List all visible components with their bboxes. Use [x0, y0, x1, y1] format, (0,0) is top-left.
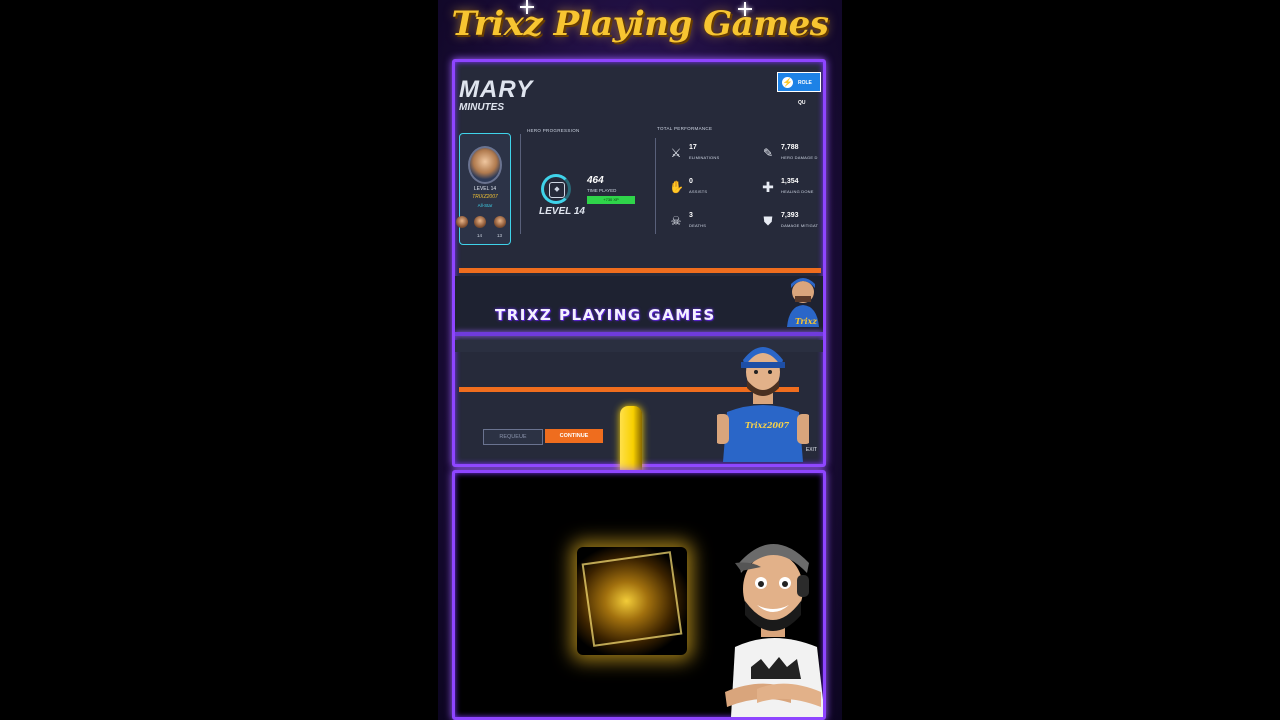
stream-layout: Trixz Playing Games MARY MINUTES ⚡ ROLE … — [438, 0, 842, 720]
player-tier: All-Star — [477, 203, 493, 208]
streamer-cartoon-avatar — [725, 544, 823, 717]
stat-label: HERO DAMAGE D — [781, 155, 818, 160]
role-queue-button[interactable]: ⚡ ROLE QU — [777, 72, 821, 106]
time-played-label: TIME PLAYED — [587, 188, 617, 193]
camera-frame — [452, 470, 826, 720]
match-duration: MINUTES — [459, 102, 504, 113]
progression-ring: ◆ — [541, 174, 571, 204]
total-performance-label: TOTAL PERFORMANCE — [657, 126, 713, 131]
player-name: TRIXZ2007 — [472, 194, 498, 200]
badge-text: Trixz — [795, 316, 817, 326]
role-queue-label: ROLE QU — [798, 80, 812, 106]
teammate-avatar — [456, 216, 468, 228]
stat-value: 17 — [689, 144, 697, 151]
teammate-level: 13 — [497, 233, 503, 238]
stat-label: HEALING DONE — [781, 189, 814, 194]
sparkle-icon — [738, 2, 752, 16]
streamer-avatar: Trixz2007 — [717, 347, 809, 462]
crossed-swords-icon: ⚔ — [670, 146, 682, 160]
hero-card: LEVEL 14 TRIXZ2007 All-Star 14 13 — [456, 133, 511, 245]
stat-value: 1,354 — [781, 178, 799, 185]
xp-progress-text: +730 XP — [603, 197, 619, 202]
golden-fire-effect — [577, 547, 687, 655]
hero-level: LEVEL 14 — [473, 186, 497, 192]
teammate-avatar — [474, 216, 486, 228]
hand-icon: ✋ — [669, 180, 684, 194]
progression-level: LEVEL 14 — [539, 206, 585, 217]
stat-value: 7,788 — [781, 144, 799, 151]
stat-label: DEATHS — [689, 223, 707, 228]
stat-value: 0 — [689, 178, 693, 185]
hero-portrait — [468, 146, 502, 184]
teammate-avatar — [494, 216, 506, 228]
sparkle-icon — [520, 0, 534, 14]
section-divider — [655, 138, 656, 234]
teammate-level: 14 — [477, 233, 483, 238]
streamer-badge-avatar: Trixz — [787, 278, 819, 327]
skull-icon: ☠ — [670, 214, 682, 228]
stat-label: ELIMINATIONS — [689, 155, 720, 160]
health-cross-icon: ✚ — [762, 179, 774, 195]
stream-overlay-title: TRIXZ PLAYING GAMES — [495, 306, 716, 324]
claw-icon: ✎ — [762, 146, 774, 160]
stat-value: 3 — [689, 212, 693, 219]
lightning-icon: ⚡ — [782, 77, 793, 88]
xp-progress-bar: +730 XP — [587, 196, 635, 204]
section-divider — [520, 134, 521, 234]
time-played-value: 464 — [587, 175, 604, 186]
stat-label: DAMAGE MITIGAT — [781, 223, 819, 228]
rank-emblem-icon: ◆ — [549, 182, 565, 198]
overlay-divider — [455, 332, 823, 336]
game-capture-frame: MARY MINUTES ⚡ ROLE QU LEVEL 14 TRIXZ200… — [452, 59, 826, 467]
requeue-button[interactable]: REQUEUE — [483, 429, 543, 445]
stat-label: ASSISTS — [689, 189, 708, 194]
hero-progression-label: HERO PROGRESSION — [527, 128, 580, 133]
channel-banner-title: Trixz Playing Games — [451, 4, 829, 44]
timeline-bar — [459, 268, 821, 273]
continue-button[interactable]: CONTINUE — [545, 429, 603, 443]
shield-icon: ⛊ — [763, 214, 773, 228]
summary-title: MARY — [459, 76, 534, 103]
stat-value: 7,393 — [781, 212, 799, 219]
shirt-text: Trixz2007 — [745, 420, 790, 430]
